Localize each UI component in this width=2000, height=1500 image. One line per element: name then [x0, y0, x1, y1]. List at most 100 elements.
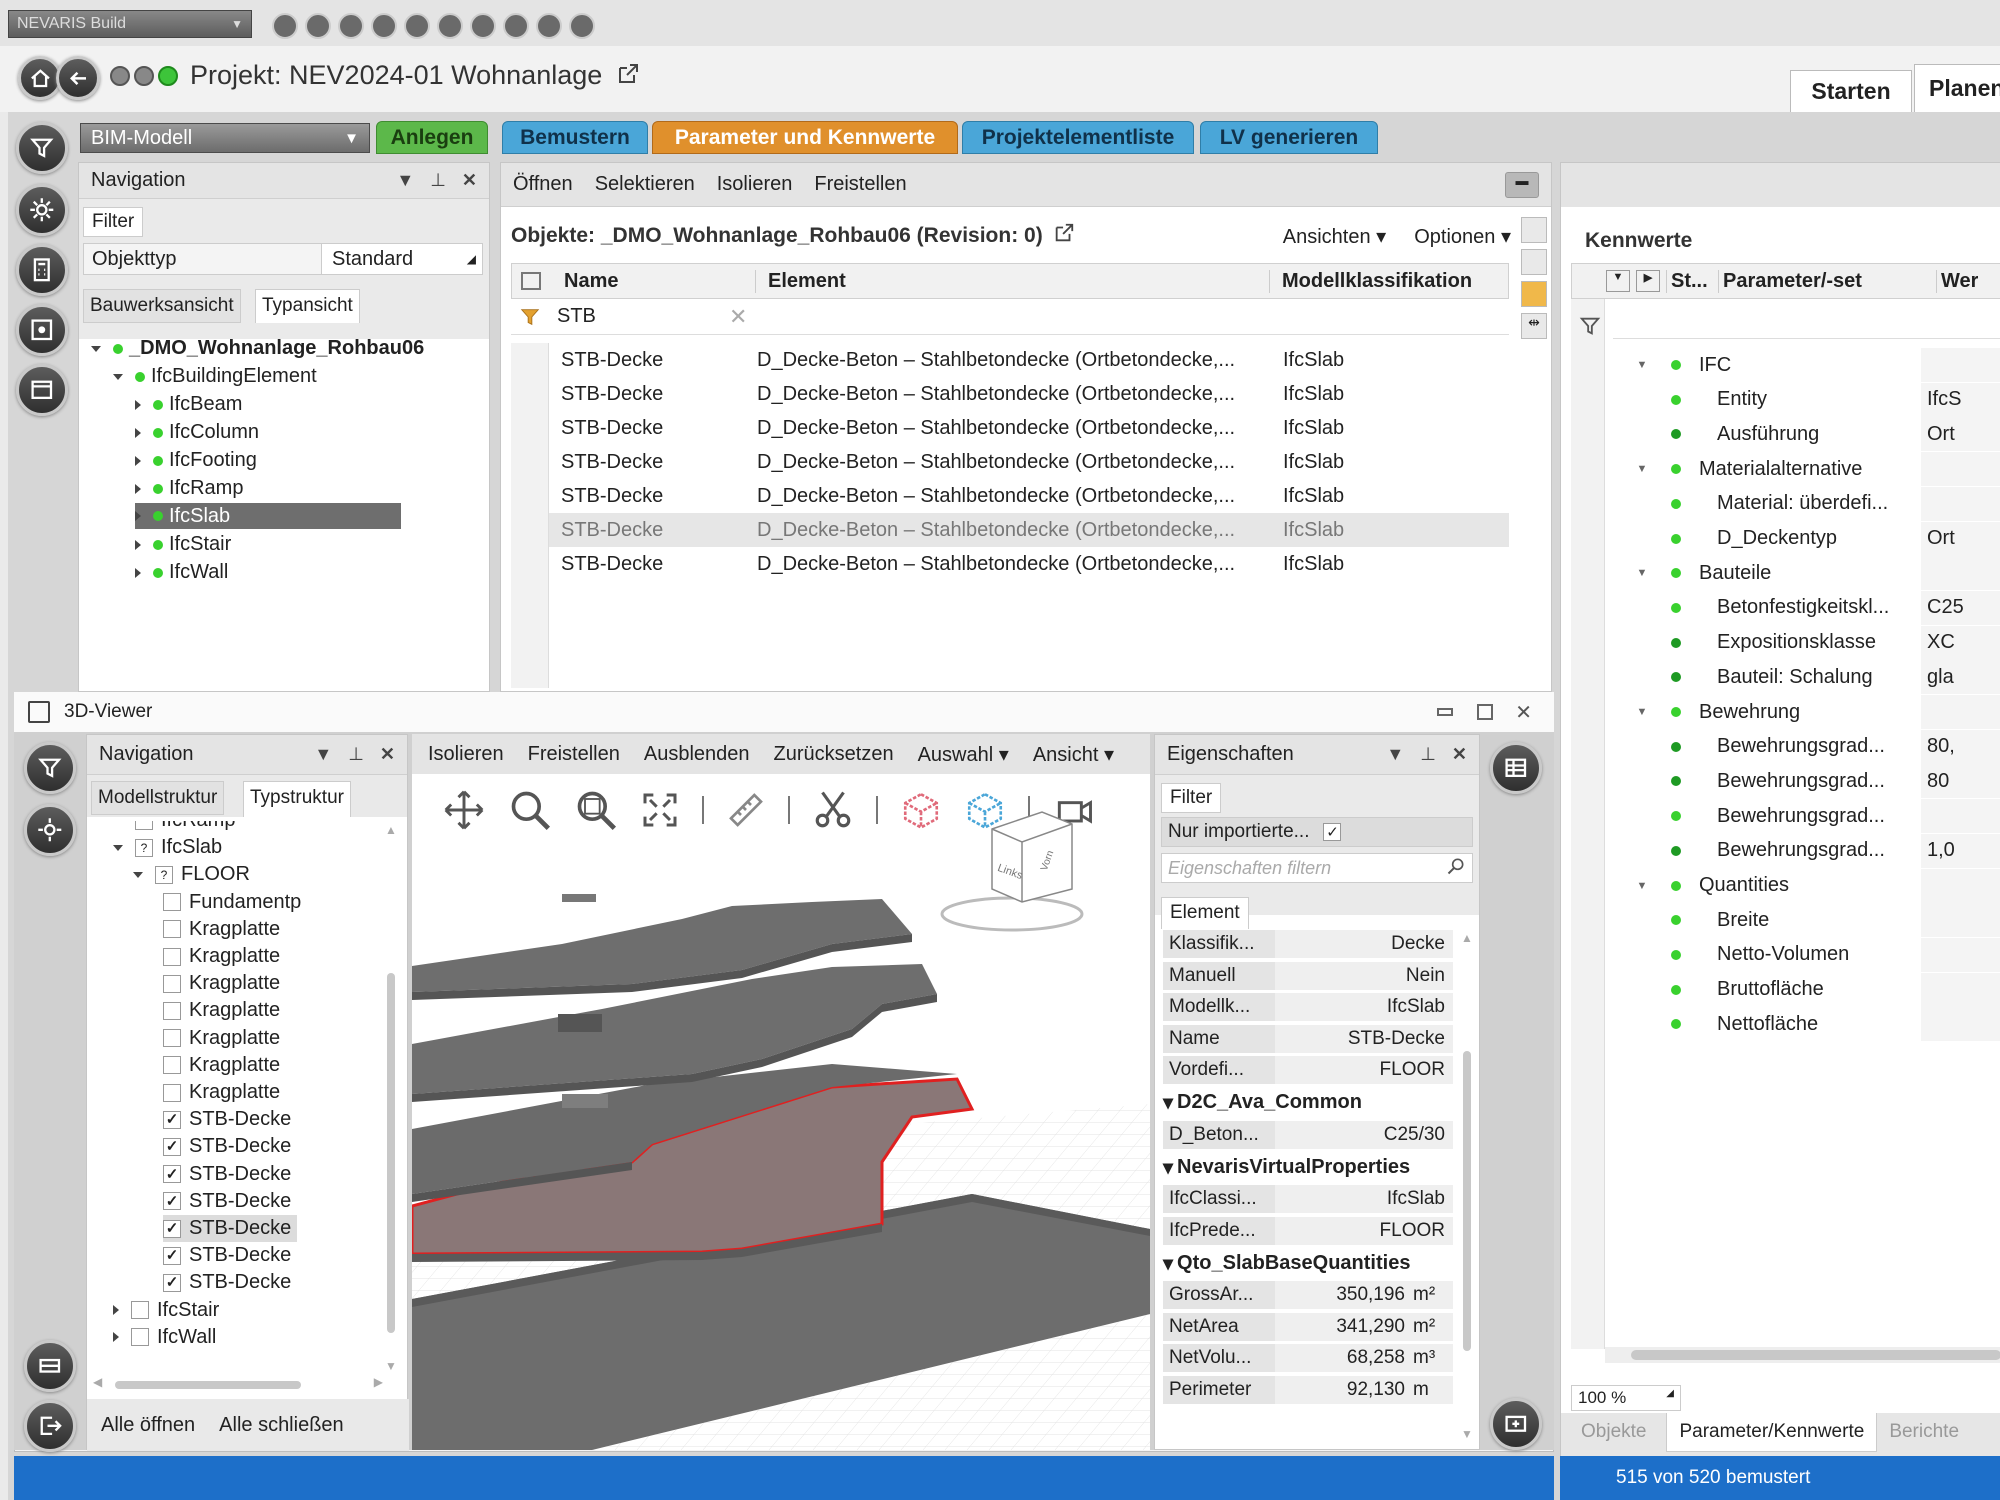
checkbox[interactable] — [131, 1328, 149, 1347]
property-row[interactable]: Modellk... IfcSlab — [1163, 992, 1453, 1022]
collapsed-arrow-icon[interactable] — [113, 1332, 119, 1343]
reset-button[interactable]: Zurücksetzen — [774, 743, 894, 766]
parameter-row[interactable]: Nettofläche — [1613, 1007, 2000, 1042]
options-menu[interactable]: Optionen ▾ — [1414, 224, 1511, 249]
vertical-scrollbar[interactable]: ▲ ▼ — [381, 823, 401, 1373]
checkbox[interactable]: ? — [135, 838, 153, 857]
tree-node[interactable]: ✓ STB-Decke — [163, 1242, 291, 1269]
collapse-arrow-icon[interactable]: ▾ — [1163, 1090, 1173, 1115]
ribbon-tab-anlegen[interactable]: Anlegen — [376, 121, 488, 154]
close-icon[interactable]: ✕ — [380, 744, 395, 765]
selection-menu[interactable]: Auswahl ▾ — [918, 742, 1009, 767]
tab-parameter-kennwerte[interactable]: Parameter/Kennwerte — [1666, 1413, 1878, 1452]
filter-tab[interactable]: Filter — [1161, 783, 1222, 813]
column-name[interactable]: Name — [550, 269, 756, 293]
tab-berichte[interactable]: Berichte — [1877, 1413, 1971, 1451]
chevron-down-icon[interactable]: ▼ — [314, 744, 332, 765]
checkbox[interactable]: ✓ — [163, 1219, 181, 1238]
collapsed-arrow-icon[interactable] — [135, 511, 141, 521]
expanded-arrow-icon[interactable] — [113, 844, 123, 851]
checkbox[interactable] — [163, 1001, 181, 1020]
vertical-scrollbar[interactable]: ▲ ▼ — [1457, 931, 1477, 1441]
tree-node[interactable]: IfcStair — [113, 1297, 219, 1324]
collapse-arrow-icon[interactable]: ▼ — [1613, 567, 1671, 579]
tab-starten[interactable]: Starten — [1790, 70, 1912, 112]
column-wert[interactable]: Wer — [1936, 269, 1978, 293]
expanded-arrow-icon[interactable] — [133, 871, 143, 878]
horizontal-scrollbar[interactable]: ◀ ▶ — [93, 1375, 383, 1395]
tab-typstruktur[interactable]: Typstruktur — [243, 781, 351, 817]
collapse-arrow-icon[interactable]: ▼ — [1613, 359, 1671, 371]
checkbox[interactable] — [163, 1056, 181, 1075]
collapsed-arrow-icon[interactable] — [135, 567, 141, 578]
select-button[interactable]: Selektieren — [595, 173, 695, 196]
isolate-button[interactable]: Isolieren — [428, 743, 504, 766]
tree-node[interactable]: Kragplatte — [163, 943, 280, 970]
collapse-arrow-icon[interactable]: ▼ — [1613, 706, 1671, 718]
open-button[interactable]: Öffnen — [513, 173, 573, 196]
table-menu-button[interactable] — [1490, 742, 1542, 794]
expanded-arrow-icon[interactable] — [91, 345, 101, 352]
tree-node[interactable]: IfcBuildingElement — [113, 363, 317, 390]
close-icon[interactable]: ✕ — [462, 170, 477, 191]
funnel-icon[interactable] — [511, 306, 549, 328]
clear-filter-icon[interactable]: ✕ — [729, 304, 747, 330]
parameter-row[interactable]: ▼ Quantities — [1613, 868, 2000, 903]
parameter-row[interactable]: D_Deckentyp Ort — [1613, 521, 2000, 556]
close-icon[interactable] — [569, 13, 595, 39]
object-type-field[interactable]: Objekttyp Standard ◢ — [83, 243, 483, 275]
freistellen-button[interactable]: Freistellen — [528, 743, 620, 766]
checkbox[interactable]: ✓ — [163, 1273, 181, 1292]
column-chooser-icon[interactable] — [512, 272, 550, 290]
new-icon[interactable] — [272, 13, 298, 39]
table-row[interactable]: STB-Decke D_Decke-Beton – Stahlbetondecke… — [511, 479, 1509, 513]
tree-node[interactable]: ? IfcSlab — [113, 834, 222, 861]
exit-button[interactable] — [24, 1400, 76, 1452]
checkbox[interactable] — [163, 920, 181, 939]
collapsed-arrow-icon[interactable] — [135, 427, 141, 438]
window-button[interactable] — [16, 364, 68, 416]
tree-node[interactable]: IfcRamp — [135, 475, 243, 502]
settings-gear-button[interactable] — [16, 184, 68, 236]
expand-all-icon[interactable]: ▶ — [1636, 270, 1660, 292]
property-row[interactable]: Name STB-Decke — [1163, 1024, 1453, 1054]
element-tab[interactable]: Element — [1161, 897, 1249, 929]
tree-node[interactable]: ✓ STB-Decke — [163, 1269, 291, 1296]
tree-node[interactable]: IfcColumn — [135, 419, 259, 446]
tree-node[interactable]: IfcWall — [113, 1324, 216, 1351]
tree-node[interactable]: IfcSlab — [135, 503, 401, 529]
horizontal-scrollbar[interactable] — [1605, 1347, 2000, 1363]
tree-node[interactable]: IfcBeam — [135, 391, 242, 418]
model-select[interactable]: BIM-Modell ▼ — [80, 123, 370, 153]
ribbon-tab-parameter-und-kennwerte[interactable]: Parameter und Kennwerte — [652, 121, 958, 154]
chevron-down-icon[interactable]: ▼ — [1386, 744, 1404, 765]
tree-node[interactable]: Kragplatte — [163, 1079, 280, 1106]
table-row[interactable]: STB-Decke D_Decke-Beton – Stahlbetondecke… — [511, 377, 1509, 411]
parameter-row[interactable]: ▼ IFC — [1613, 348, 2000, 382]
pin-icon[interactable]: ⊥ — [430, 170, 446, 191]
parameter-row[interactable]: Bewehrungsgrad... 1,0 — [1613, 833, 2000, 868]
ribbon-tab-bemustern[interactable]: Bemustern — [502, 121, 648, 154]
back-button[interactable] — [56, 56, 100, 100]
property-group[interactable]: ▾ NevarisVirtualProperties — [1163, 1151, 1453, 1183]
tree-node[interactable]: ✓ STB-Decke — [163, 1188, 291, 1215]
zoom-level[interactable]: 100 % ◢ — [1571, 1385, 1681, 1411]
checkbox[interactable]: ✓ — [163, 1110, 181, 1129]
parameter-row[interactable]: Betonfestigkeitskl... C25 — [1613, 590, 2000, 625]
ribbon-tab-lv-generieren[interactable]: LV generieren — [1200, 121, 1378, 154]
property-row[interactable]: D_Beton... C25/30 — [1163, 1120, 1453, 1150]
print-icon[interactable] — [371, 13, 397, 39]
only-imported-checkbox[interactable]: ✓ — [1323, 823, 1342, 841]
parameter-row[interactable]: ▼ Bewehrung — [1613, 695, 2000, 729]
tree-node[interactable]: Kragplatte — [163, 1025, 280, 1052]
property-row[interactable]: NetVolu... 68,258 m³ — [1163, 1343, 1453, 1373]
property-search-input[interactable]: Eigenschaften filtern — [1161, 853, 1473, 883]
tree-node[interactable]: ✓ STB-Decke — [163, 1106, 291, 1133]
tree-node[interactable]: Fundamentp — [163, 889, 301, 916]
save-icon[interactable] — [338, 13, 364, 39]
filter-funnel-button[interactable] — [24, 742, 76, 794]
settings-gear-button[interactable] — [24, 804, 76, 856]
checkbox[interactable] — [135, 821, 153, 830]
filter-tab[interactable]: Filter — [83, 207, 144, 237]
property-row[interactable]: Klassifik... Decke — [1163, 929, 1453, 959]
